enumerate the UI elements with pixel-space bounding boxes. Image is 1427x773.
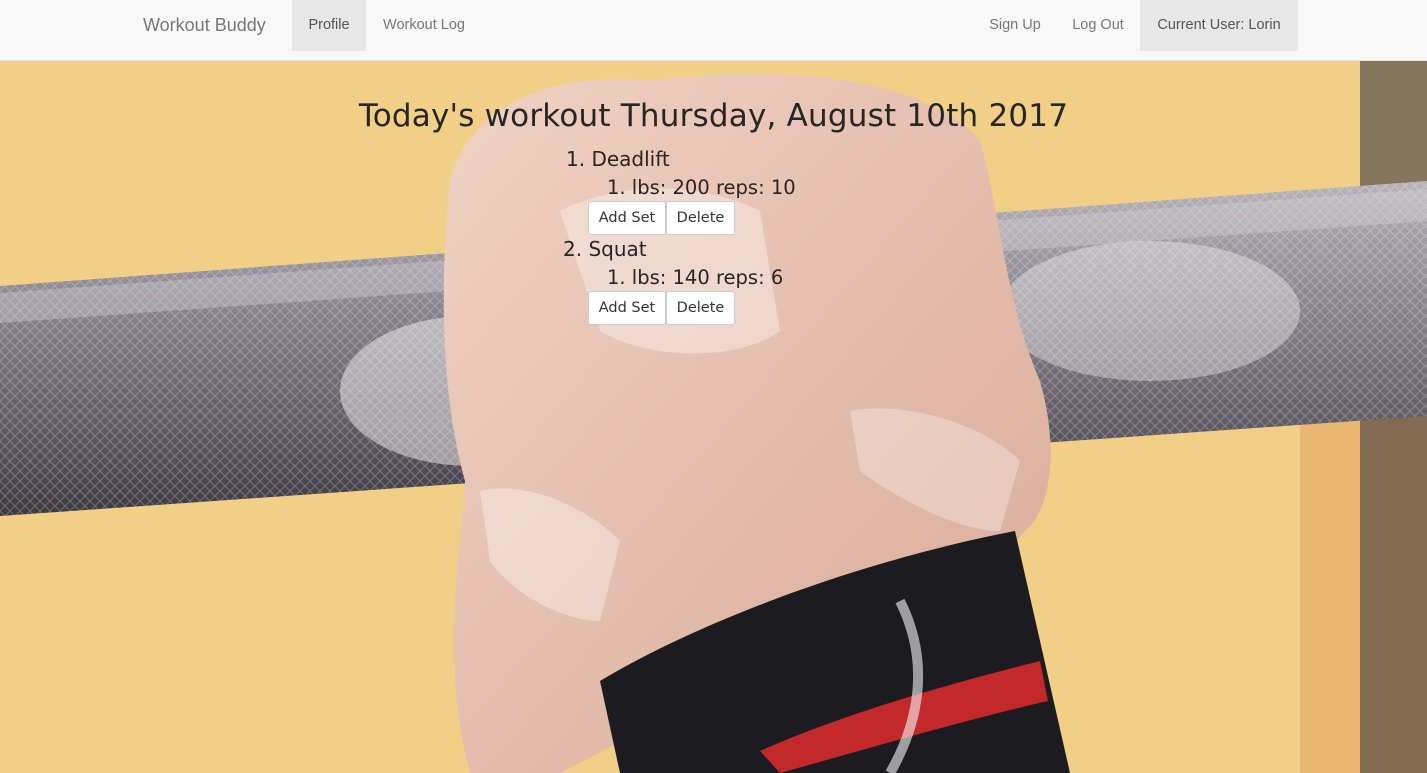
set-item: 1. lbs: 140 reps: 6 [607,266,784,289]
delete-exercise-button[interactable]: Delete [666,291,735,325]
exercise-item: 2. Squat [563,237,647,261]
nav-profile[interactable]: Profile [292,0,366,51]
nav-workout-log[interactable]: Workout Log [366,0,482,51]
page-title: Today's workout Thursday, August 10th 20… [358,98,1069,134]
navbar: Workout Buddy Profile Workout Log Sign U… [0,0,1427,61]
nav-log-out[interactable]: Log Out [1056,0,1140,51]
exercise-item: 1. Deadlift [566,147,670,171]
nav-sign-up[interactable]: Sign Up [974,0,1056,51]
set-item: 1. lbs: 200 reps: 10 [607,176,796,199]
add-set-button[interactable]: Add Set [588,291,666,325]
add-set-button[interactable]: Add Set [588,201,666,235]
background-photo [0,61,1427,773]
brand-link[interactable]: Workout Buddy [143,0,266,51]
nav-current-user[interactable]: Current User: Lorin [1140,0,1298,51]
delete-exercise-button[interactable]: Delete [666,201,735,235]
barbell-grip-illustration [0,61,1427,773]
